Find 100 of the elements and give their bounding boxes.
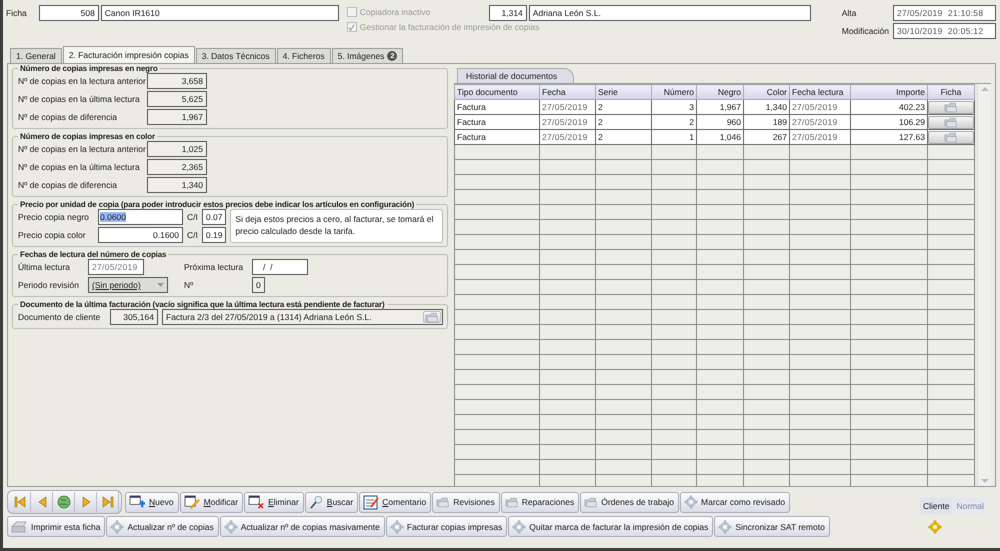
column-header[interactable]: Fecha lectura [790,84,850,100]
table-cell: 1,046 [696,130,744,144]
document-edit-icon [184,494,201,510]
date-field[interactable]: 27/05/2019 [88,259,144,275]
folder-icon [504,496,519,508]
gear-icon [224,520,238,534]
table-cell: 1 [652,130,696,144]
table-cell: 106.29 [850,114,928,130]
group-title: Documento de la última facturación (vacío significa que la última lectura está pendiente de facturar) [19,300,386,309]
record-number-field[interactable]: 508 [38,5,99,21]
count-field[interactable]: 1,340 [147,177,207,193]
folder-icon [584,496,598,508]
table-cell: 2 [596,114,652,130]
count-field[interactable]: 0 [252,277,265,293]
tab[interactable]: 1. General [10,48,62,63]
toolbar-button[interactable]: Facturar copias impresas [386,516,508,537]
count-field[interactable]: 1,967 [147,109,207,125]
table-cell: 1,340 [744,100,790,114]
toolbar-button[interactable]: Revisiones [432,492,500,512]
table-cell: Factura [454,114,540,130]
column-header[interactable]: Importe [850,84,928,100]
field-label: Nº [184,279,194,292]
gear-icon [110,520,124,534]
toolbar-button[interactable]: Imprimir esta ficha [7,516,106,537]
client-name-field[interactable]: Adriana León S.L. [528,5,811,21]
open-record-button[interactable] [928,100,974,114]
column-header[interactable]: Serie [596,84,652,100]
document-add-icon [129,494,146,510]
open-document-button[interactable] [423,311,441,323]
device-name-field[interactable]: Canon IR1610 [100,5,339,21]
folder-icon [436,496,450,508]
tab[interactable]: 2. Facturación impresión copias [62,46,195,63]
column-header[interactable]: Negro [696,84,744,100]
table-cell: 27/05/2019 [540,100,596,114]
field-label: Nº de copias en la última lectura [18,93,141,106]
history-tab[interactable]: Historial de documentos [457,68,574,83]
toolbar-button[interactable]: Actualizar nº de copias masivamente [220,516,385,537]
scroll-bar[interactable] [977,84,991,486]
table-cell: 27/05/2019 [540,130,596,144]
toolbar-button[interactable]: Eliminar [244,492,304,512]
column-header[interactable]: Tipo documento [454,84,540,100]
table-cell: 402.23 [850,100,928,114]
group-title: Precio por unidad de copia (para poder introducir estos precios debe indicar los artículos en configuración) [19,200,416,209]
date-field[interactable]: 30/10/2019 20:05:12 [893,23,996,39]
toolbar-button[interactable]: Buscar [304,492,358,512]
table-cell: 2 [596,130,652,144]
group-title: Número de copias impresas en color [19,132,156,141]
toolbar-button[interactable]: Comentario [359,492,432,512]
tab[interactable]: 3. Datos Técnicos [196,48,276,63]
toolbar-button[interactable]: Quitar marca de facturar la impresión de copias [508,516,714,537]
period-dropdown[interactable]: (Sin periodo) [88,277,168,293]
column-header[interactable]: Color [744,84,790,100]
toolbar-button[interactable]: Marcar como revisado [680,492,790,512]
open-record-button[interactable] [928,116,974,128]
globe-icon [56,494,72,510]
folder-icon [425,312,439,322]
field-label: Nº de copias de diferencia [18,111,118,124]
view-mode-toggle[interactable]: Cliente [920,498,952,514]
date-field[interactable]: / / [252,259,308,275]
gear-icon [512,520,526,534]
column-header[interactable]: Número [652,84,696,100]
count-field[interactable]: 2,365 [147,159,207,175]
checkbox-label: Copiadora inactivo [360,6,430,19]
count-field[interactable]: 5,625 [147,91,207,107]
table-cell: 1,967 [696,100,744,114]
tab[interactable]: 4. Ficheros [276,48,331,63]
table-cell: 960 [696,114,744,130]
toolbar-button[interactable]: Actualizar nº de copias [106,516,219,537]
count-field[interactable]: 3,658 [147,73,207,89]
toolbar-button[interactable]: Reparaciones [500,492,580,512]
table-cell: 3 [652,100,696,114]
column-header[interactable]: Fecha [540,84,596,100]
toolbar-button[interactable]: Sincronizar SAT remoto [714,516,830,537]
date-label: Modificación [842,25,889,38]
client-code-field[interactable]: 1,314 [488,5,527,21]
field-label: Precio copia color [18,229,87,242]
price-field[interactable]: 0.19 [202,227,226,243]
document-field[interactable]: Factura 2/3 del 27/05/2019 a (1314) Adriana León S.L. [162,309,443,325]
count-field[interactable]: 1,025 [147,141,207,157]
column-header[interactable]: Ficha [928,84,974,100]
toolbar-button[interactable]: Nuevo [125,492,179,512]
folder-icon [944,102,958,112]
document-number-field[interactable]: 305,164 [110,309,158,325]
toolbar-button[interactable]: Órdenes de trabajo [580,492,680,512]
table-cell: 27/05/2019 [790,130,850,144]
date-field[interactable]: 27/05/2019 21:10:58 [893,5,996,21]
table-cell: 2 [652,114,696,130]
table-cell: 27/05/2019 [790,100,850,114]
open-record-button[interactable] [928,130,974,144]
price-field[interactable]: 0.1600 [98,227,183,243]
table-cell: Factura [454,130,540,144]
field-label: Precio copia negro [18,211,90,224]
price-field[interactable]: 0.07 [202,209,226,225]
toolbar-button[interactable]: Modificar [180,492,244,512]
field-label: Última lectura [18,261,71,274]
notepad-icon [363,494,380,510]
price-field[interactable]: 0.0600 [98,209,183,225]
checkbox-label: Gestionar la facturación de impresión de copias [360,21,540,34]
skip-start-icon [12,494,28,510]
table-cell: Factura [454,100,540,114]
